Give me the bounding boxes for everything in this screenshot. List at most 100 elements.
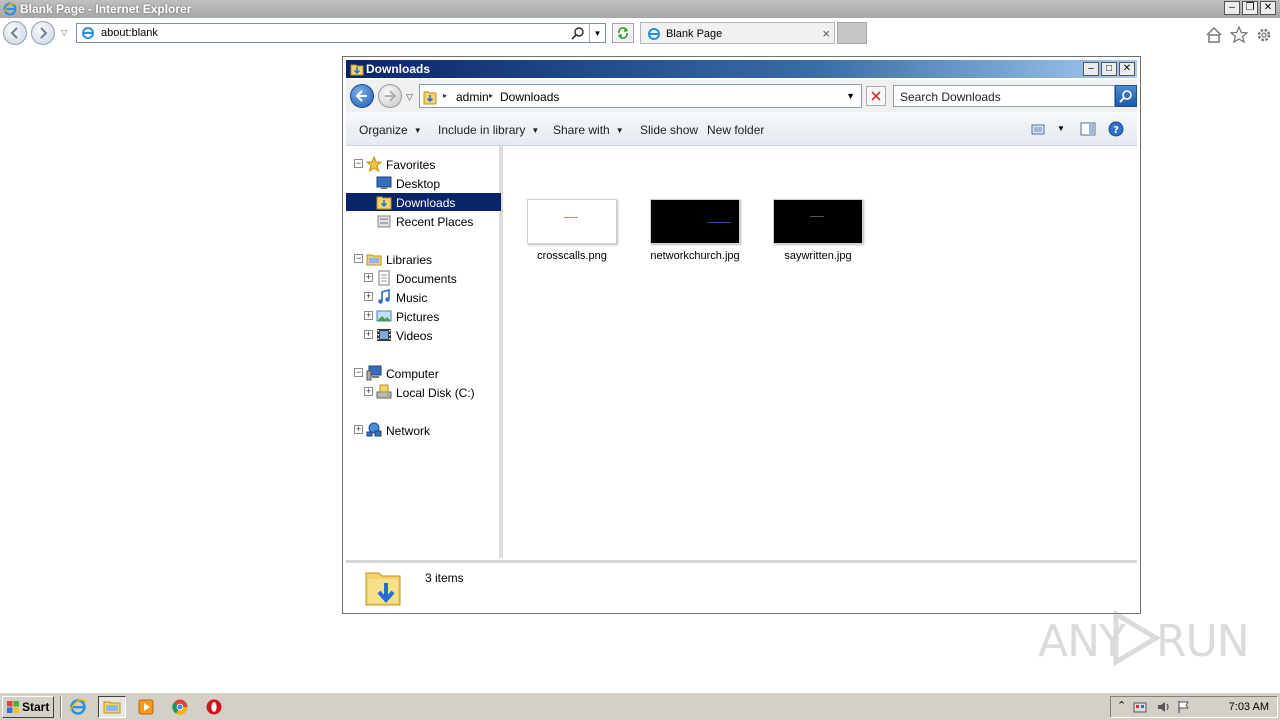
stop-button[interactable] bbox=[866, 86, 886, 106]
restore-button[interactable]: ❐ bbox=[1242, 1, 1258, 15]
file-item[interactable]: saywritten.jpg bbox=[763, 199, 873, 269]
explorer-back-button[interactable] bbox=[350, 84, 374, 108]
collapse-icon[interactable]: − bbox=[354, 368, 363, 377]
explorer-folder-icon bbox=[103, 701, 121, 714]
address-dropdown-button[interactable]: ▼ bbox=[589, 24, 605, 42]
breadcrumb-downloads[interactable]: Downloads bbox=[500, 90, 559, 104]
expand-icon[interactable]: + bbox=[364, 292, 373, 301]
organize-menu[interactable]: Organize ▼ bbox=[359, 123, 422, 137]
view-options-dropdown-icon[interactable]: ▼ bbox=[1057, 124, 1065, 133]
videos-film-icon bbox=[377, 329, 391, 341]
home-icon[interactable] bbox=[1205, 26, 1223, 44]
explorer-close-button[interactable]: ✕ bbox=[1119, 62, 1135, 76]
ie-page-icon bbox=[82, 27, 94, 39]
expand-icon[interactable]: + bbox=[364, 273, 373, 282]
close-button[interactable]: ✕ bbox=[1260, 1, 1276, 15]
explorer-caption-buttons: – □ ✕ bbox=[1083, 62, 1135, 76]
nav-item-music[interactable]: + Music bbox=[346, 288, 501, 306]
file-item[interactable]: networkchurch.jpg bbox=[640, 199, 750, 269]
nav-label-libraries: Libraries bbox=[386, 253, 433, 267]
tab-title: Blank Page bbox=[666, 28, 723, 40]
share-with-menu[interactable]: Share with ▼ bbox=[553, 123, 624, 137]
collapse-icon[interactable]: − bbox=[354, 159, 363, 168]
search-icon[interactable] bbox=[571, 26, 585, 40]
ie-address-bar[interactable]: about:blank ▼ bbox=[76, 23, 606, 43]
nav-item-libraries[interactable]: − Libraries bbox=[346, 250, 501, 268]
computer-icon bbox=[366, 365, 382, 381]
expand-icon[interactable]: + bbox=[364, 311, 373, 320]
clock[interactable]: 7:03 AM bbox=[1229, 701, 1269, 713]
network-icon bbox=[366, 422, 382, 437]
recent-locations-chevron-icon[interactable]: ▽ bbox=[406, 92, 413, 103]
dropdown-arrow-icon: ▼ bbox=[615, 126, 624, 135]
tab-close-icon[interactable]: × bbox=[822, 26, 830, 41]
minimize-button[interactable]: – bbox=[1224, 1, 1240, 15]
new-folder-button[interactable]: New folder bbox=[707, 123, 764, 137]
back-arrow-icon bbox=[355, 90, 367, 102]
nav-label-desktop: Desktop bbox=[396, 177, 441, 191]
breadcrumb[interactable]: ▸ admin ▸ Downloads ▼ bbox=[419, 84, 862, 108]
start-button[interactable]: Start bbox=[2, 696, 54, 718]
nav-item-favorites[interactable]: − Favorites bbox=[346, 155, 501, 173]
file-name: crosscalls.png bbox=[537, 250, 607, 262]
nav-item-local-disk[interactable]: + Local Disk (C:) bbox=[346, 383, 501, 401]
nav-label-local-disk: Local Disk (C:) bbox=[396, 386, 475, 400]
action-center-icon[interactable] bbox=[1133, 700, 1147, 714]
file-thumbnail bbox=[527, 199, 617, 244]
nav-item-videos[interactable]: + Videos bbox=[346, 326, 501, 344]
expand-icon[interactable]: + bbox=[364, 330, 373, 339]
thumbnail-detail bbox=[810, 216, 824, 217]
forward-arrow-icon bbox=[40, 27, 48, 39]
ie-back-button[interactable] bbox=[3, 21, 27, 45]
taskbar: Start ⌃ 7:03 AM bbox=[0, 692, 1280, 720]
expand-icon[interactable]: + bbox=[364, 387, 373, 396]
recent-pages-chevron-icon[interactable]: ▽ bbox=[61, 28, 67, 37]
include-in-library-menu[interactable]: Include in library ▼ bbox=[438, 123, 539, 137]
explorer-minimize-button[interactable]: – bbox=[1083, 62, 1099, 76]
include-in-library-label: Include in library bbox=[438, 123, 526, 137]
explorer-maximize-button[interactable]: □ bbox=[1101, 62, 1117, 76]
taskbar-ie-button[interactable] bbox=[64, 696, 92, 718]
explorer-title-bar: Downloads – □ ✕ bbox=[346, 60, 1137, 78]
settings-gear-icon[interactable] bbox=[1255, 26, 1273, 44]
file-item[interactable]: crosscalls.png bbox=[517, 199, 627, 269]
new-tab-button[interactable] bbox=[837, 22, 867, 44]
taskbar-chrome-button[interactable] bbox=[166, 696, 194, 718]
expand-icon[interactable]: + bbox=[354, 425, 363, 434]
path-dropdown-icon[interactable]: ▼ bbox=[846, 91, 855, 101]
compatibility-refresh-button[interactable] bbox=[612, 23, 634, 43]
search-button[interactable] bbox=[1115, 85, 1137, 107]
nav-item-downloads[interactable]: Downloads bbox=[346, 193, 501, 211]
breadcrumb-separator-icon[interactable]: ▸ bbox=[489, 91, 493, 100]
collapse-icon[interactable]: − bbox=[354, 254, 363, 263]
search-input[interactable]: Search Downloads bbox=[893, 85, 1115, 107]
nav-item-desktop[interactable]: Desktop bbox=[346, 174, 501, 192]
help-icon[interactable]: ? bbox=[1108, 121, 1124, 137]
breadcrumb-separator-icon[interactable]: ▸ bbox=[443, 91, 447, 100]
volume-icon[interactable] bbox=[1157, 700, 1171, 714]
favorites-star-icon[interactable] bbox=[1230, 26, 1248, 44]
organize-label: Organize bbox=[359, 123, 408, 137]
ie-logo-icon bbox=[3, 2, 17, 16]
ie-tab[interactable]: Blank Page × bbox=[640, 22, 835, 44]
nav-item-recent-places[interactable]: Recent Places bbox=[346, 212, 501, 230]
change-view-icon[interactable] bbox=[1030, 121, 1046, 137]
slide-show-button[interactable]: Slide show bbox=[640, 123, 698, 137]
taskbar-opera-button[interactable] bbox=[200, 696, 228, 718]
ie-forward-button[interactable] bbox=[31, 21, 55, 45]
opera-icon bbox=[206, 699, 222, 715]
chrome-icon bbox=[172, 699, 188, 715]
nav-item-computer[interactable]: − Computer bbox=[346, 364, 501, 382]
dropdown-arrow-icon: ▼ bbox=[531, 126, 540, 135]
nav-item-documents[interactable]: + Documents bbox=[346, 269, 501, 287]
flag-icon[interactable] bbox=[1177, 700, 1191, 714]
nav-item-pictures[interactable]: + Pictures bbox=[346, 307, 501, 325]
taskbar-media-player-button[interactable] bbox=[132, 696, 160, 718]
nav-item-network[interactable]: + Network bbox=[346, 421, 501, 439]
taskbar-explorer-button[interactable] bbox=[98, 696, 126, 718]
item-count: 3 items bbox=[425, 571, 464, 585]
breadcrumb-admin[interactable]: admin bbox=[456, 90, 489, 104]
show-hidden-icons-icon[interactable]: ⌃ bbox=[1117, 699, 1126, 712]
preview-pane-icon[interactable] bbox=[1080, 121, 1096, 137]
explorer-forward-button[interactable] bbox=[378, 84, 402, 108]
